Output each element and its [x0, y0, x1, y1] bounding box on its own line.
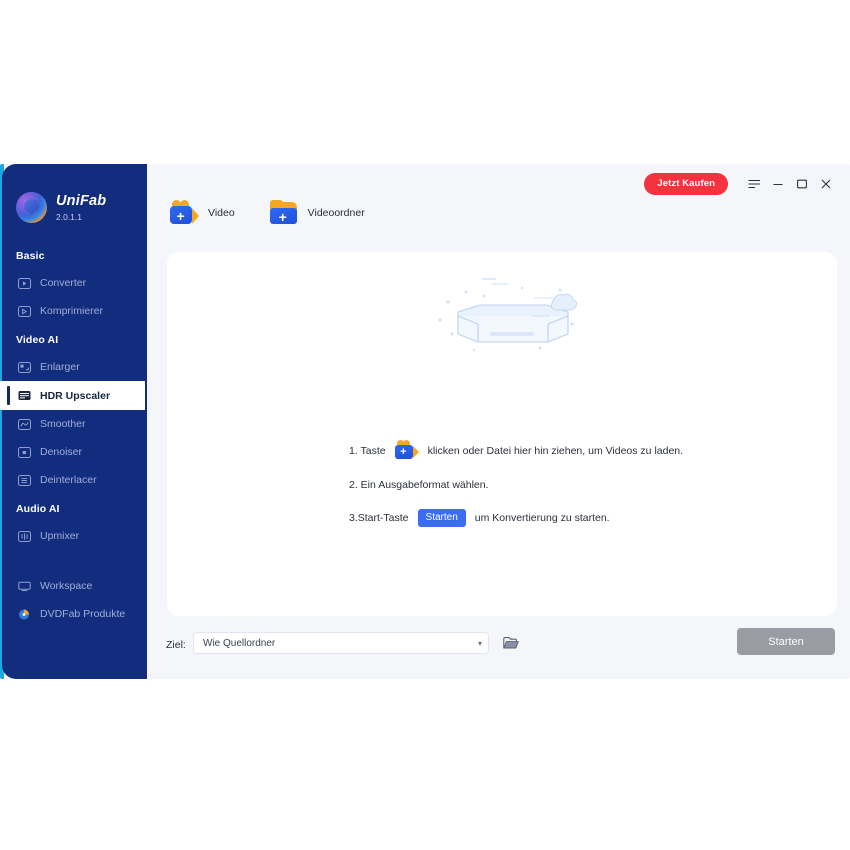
sidebar-item-deinterlacer[interactable]: Deinterlacer	[2, 466, 147, 494]
sidebar-item-converter[interactable]: Converter	[2, 269, 147, 297]
hdr-upscaler-icon	[18, 390, 31, 401]
app-version: 2.0.1.1	[56, 212, 82, 222]
sidebar-item-label: DVDFab Produkte	[40, 608, 126, 620]
deinterlacer-icon	[18, 474, 31, 486]
hamburger-menu-icon[interactable]	[742, 172, 766, 196]
add-video-camera-icon[interactable]: +	[394, 440, 419, 461]
file-dropzone[interactable]: 1. Taste + klicken oder Datei hier hin z…	[167, 252, 837, 616]
step3-prefix: 3.Start-Taste	[349, 512, 409, 524]
step1-suffix: klicken oder Datei hier hin ziehen, um V…	[427, 444, 684, 457]
workspace-icon	[18, 581, 31, 592]
compressor-icon	[18, 305, 31, 317]
add-video-camera-icon: +	[169, 200, 199, 226]
browse-folder-button[interactable]	[501, 633, 521, 653]
unifab-logo-icon	[16, 192, 47, 223]
content-area: Jetzt Kaufen + Video + Videoordner 1. Ta…	[147, 164, 850, 679]
start-button[interactable]: Starten	[737, 628, 835, 655]
instruction-step-2: 2. Ein Ausgabeformat wählen.	[349, 479, 683, 491]
add-video-folder-icon: +	[269, 200, 299, 226]
sidebar-item-label: Smoother	[40, 418, 86, 430]
sidebar-item-label: HDR Upscaler	[40, 389, 111, 402]
sidebar-item-enlarger[interactable]: Enlarger	[2, 353, 147, 381]
smoother-icon	[18, 418, 31, 430]
app-name: UniFab	[56, 192, 107, 209]
title-bar: Jetzt Kaufen	[644, 164, 850, 204]
sidebar-item-dvdfab-produkte[interactable]: DVDFab Produkte	[2, 600, 147, 628]
instruction-step-3: 3.Start-Taste Starten um Konvertierung z…	[349, 509, 683, 527]
folder-open-icon	[503, 637, 519, 649]
empty-box-illustration	[422, 272, 582, 363]
instruction-step-1: 1. Taste + klicken oder Datei hier hin z…	[349, 440, 683, 461]
sidebar-nav: Basic Converter Komprimierer Video AI En…	[0, 241, 147, 628]
sidebar-group-audio-ai: Audio AI	[16, 503, 60, 515]
destination-value: Wie Quellordner	[203, 637, 276, 649]
add-folder-label: Videoordner	[307, 207, 365, 219]
bottom-bar: Ziel: Wie Quellordner ▾ Starten	[147, 616, 850, 679]
destination-label: Ziel:	[166, 639, 186, 651]
sidebar-item-label: Converter	[40, 277, 87, 289]
sidebar-group-video-ai: Video AI	[16, 334, 59, 346]
minimize-icon[interactable]	[766, 172, 790, 196]
enlarger-icon	[18, 361, 31, 373]
buy-now-button[interactable]: Jetzt Kaufen	[644, 173, 728, 195]
dvdfab-icon	[18, 609, 31, 620]
sidebar: UniFab 2.0.1.1 Basic Converter Komprimie…	[0, 164, 147, 679]
upmixer-icon	[18, 530, 31, 542]
app-logo: UniFab 2.0.1.1	[2, 164, 147, 223]
sidebar-item-label: Komprimierer	[40, 305, 104, 317]
add-video-label: Video	[208, 207, 235, 219]
sidebar-item-label: Denoiser	[40, 446, 83, 458]
sidebar-item-label: Workspace	[40, 580, 93, 592]
step1-prefix: 1. Taste	[349, 444, 386, 457]
sidebar-item-hdr-upscaler[interactable]: HDR Upscaler	[0, 367, 145, 424]
sidebar-item-denoiser[interactable]: Denoiser	[2, 438, 147, 466]
sidebar-item-smoother[interactable]: Smoother	[2, 410, 147, 438]
unifab-app-window: UniFab 2.0.1.1 Basic Converter Komprimie…	[0, 164, 850, 679]
add-video-button[interactable]: + Video	[169, 200, 235, 226]
start-chip-button[interactable]: Starten	[417, 509, 466, 527]
instruction-steps: 1. Taste + klicken oder Datei hier hin z…	[349, 440, 683, 527]
sidebar-group-basic: Basic	[16, 250, 45, 262]
close-icon[interactable]	[814, 172, 838, 196]
maximize-icon[interactable]	[790, 172, 814, 196]
add-video-folder-button[interactable]: + Videoordner	[269, 200, 365, 226]
sidebar-item-label: Upmixer	[40, 530, 80, 542]
toolbar: + Video + Videoordner	[169, 200, 365, 226]
sidebar-item-label: Deinterlacer	[40, 474, 97, 486]
sidebar-item-label: Enlarger	[40, 361, 80, 373]
destination-field[interactable]: Wie Quellordner ▾	[193, 632, 489, 654]
sidebar-item-workspace[interactable]: Workspace	[2, 572, 147, 600]
step2-text: 2. Ein Ausgabeformat wählen.	[349, 479, 489, 491]
sidebar-item-upmixer[interactable]: Upmixer	[2, 522, 147, 550]
converter-icon	[18, 277, 31, 289]
denoiser-icon	[18, 446, 31, 458]
sidebar-item-komprimierer[interactable]: Komprimierer	[2, 297, 147, 325]
chevron-down-icon[interactable]: ▾	[472, 639, 488, 648]
step3-suffix: um Konvertierung zu starten.	[474, 512, 610, 524]
